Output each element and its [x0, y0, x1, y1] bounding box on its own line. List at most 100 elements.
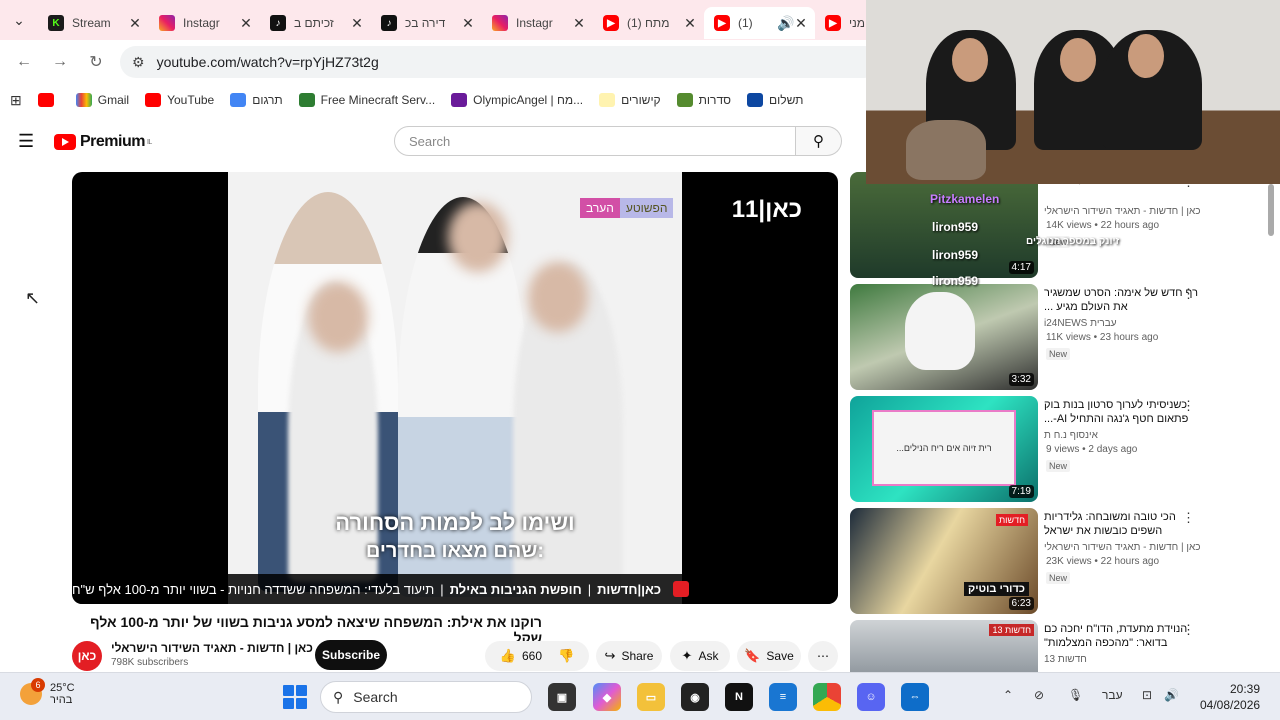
tab-5[interactable]: ▶ (1) מתח ✕ — [593, 7, 704, 39]
thumbnail-caption: ...רית זיוה אים ריח הנילים — [872, 410, 1016, 486]
share-button[interactable]: ↪ Share — [596, 641, 662, 671]
more-actions-icon[interactable]: ⋯ — [808, 641, 838, 671]
video-thumbnail[interactable]: חדשות 13 — [850, 620, 1038, 672]
subscribe-button[interactable]: Subscribe — [315, 640, 387, 670]
share-icon: ↪ — [604, 648, 616, 663]
more-options-icon[interactable]: ⋮ — [1182, 286, 1195, 302]
close-icon[interactable]: ✕ — [793, 15, 809, 32]
list-item[interactable]: ...רית זיוה אים ריח הנילים 7:19 כשניסיתי… — [850, 396, 1280, 502]
tab-3[interactable]: ♪ דירה בכ ✕ — [371, 7, 482, 39]
tab-6-active[interactable]: ▶ (1) 🔊 ✕ — [704, 7, 815, 39]
bookmark-translate[interactable]: תרגום — [230, 93, 283, 107]
kick-icon: K — [48, 15, 64, 31]
like-icon[interactable]: 👍 — [500, 648, 516, 664]
bookmark-links[interactable]: קישורים — [599, 93, 661, 107]
tray-chevron-icon[interactable]: ⌃ — [1003, 688, 1013, 702]
subtitle-line-2: שהם מצאו בחדרים: — [365, 540, 545, 562]
youtube-icon: ▶ — [825, 15, 841, 31]
microphone-icon[interactable]: 🎙 — [1068, 688, 1083, 702]
close-icon[interactable]: ✕ — [127, 15, 143, 32]
subtitle-line-1: ושימו לב לכמות הסחורה — [335, 510, 575, 535]
network-off-icon[interactable]: ⊘ — [1034, 688, 1044, 702]
list-item[interactable]: 4:17 נתונים חדאיים על הירידה כאן | חדשות… — [850, 172, 1280, 278]
thumbnail-tag: חדשות — [995, 514, 1028, 526]
chrome-icon[interactable] — [813, 683, 841, 711]
screen: ⌄ K Stream ✕ Instagr ✕ ♪ זכיתם ב ✕ ♪ דיר… — [0, 0, 1280, 720]
paypal-icon — [746, 93, 763, 107]
forward-arrow-icon[interactable]: → — [42, 53, 78, 71]
volume-icon[interactable]: 🔊 — [1164, 688, 1179, 702]
chat-username: liron959 — [932, 274, 979, 288]
apps-grid-icon[interactable]: ⊞ — [10, 92, 22, 109]
kan-logo-icon — [673, 581, 690, 597]
close-icon[interactable]: ✕ — [682, 15, 698, 32]
bookmark-olympicangel[interactable]: OlympicAngel | מח... — [451, 93, 583, 107]
ask-button[interactable]: ✦ Ask — [670, 641, 730, 671]
channel-avatar[interactable]: כאן — [72, 641, 102, 671]
bookmark-payment[interactable]: תשלום — [746, 93, 803, 107]
weather-widget[interactable]: 6 25°C בהיר — [20, 678, 75, 706]
search-input[interactable]: Search — [394, 126, 796, 156]
video-thumbnail[interactable]: 3:32 — [850, 284, 1038, 390]
list-item[interactable]: חדשות 13 הנוידת מתעדת, הדו"ח יחכה כם בדו… — [850, 620, 1280, 672]
reload-icon[interactable]: ↻ — [78, 52, 114, 72]
close-icon[interactable]: ✕ — [460, 15, 476, 32]
close-icon[interactable]: ✕ — [238, 15, 254, 32]
notepad-icon[interactable]: ≡ — [769, 683, 797, 711]
chat-username: liron959 — [932, 248, 979, 262]
list-item[interactable]: 3:32 רף חדש של אימה: הסרט שמשגיר את העול… — [850, 284, 1280, 390]
more-options-icon[interactable]: ⋮ — [1182, 398, 1195, 414]
close-icon[interactable]: ✕ — [571, 15, 587, 32]
list-item[interactable]: חדשות כדורי בוטיק 6:23 הכי טובה ומשובחה:… — [850, 508, 1280, 614]
recommendations-list: 4:17 נתונים חדאיים על הירידה כאן | חדשות… — [850, 172, 1280, 672]
more-options-icon[interactable]: ⋮ — [1182, 622, 1195, 638]
taskbar-search[interactable]: ⚲ Search — [320, 681, 532, 713]
address-bar[interactable]: ⚙ youtube.com/watch?v=rpYjHZ73t2g — [120, 46, 880, 78]
olympicangel-icon — [451, 93, 468, 107]
tab-1[interactable]: Instagr ✕ — [149, 7, 260, 39]
search-icon[interactable]: ⚲ — [796, 126, 842, 156]
file-explorer-icon[interactable]: ▭ — [637, 683, 665, 711]
more-options-icon[interactable]: ⋮ — [1182, 510, 1195, 526]
tab-2[interactable]: ♪ זכיתם ב ✕ — [260, 7, 371, 39]
close-icon[interactable]: ✕ — [349, 15, 365, 32]
video-player[interactable]: הערב הפשוטע כאן|11 ושימו לב לכמות הסחורה… — [72, 172, 838, 604]
site-info-icon[interactable]: ⚙ — [132, 54, 145, 71]
webcam-head — [952, 38, 988, 82]
tab-search-menu-icon[interactable]: ⌄ — [0, 0, 38, 40]
display-icon[interactable]: ⊡ — [1142, 688, 1152, 702]
youtube-play-icon — [54, 134, 76, 150]
menu-icon[interactable]: ☰ — [18, 132, 36, 150]
news-ticker: כאן|חדשות | חופשת הגניבות באילת | תיעוד … — [72, 574, 838, 604]
video-thumbnail[interactable]: חדשות כדורי בוטיק 6:23 — [850, 508, 1038, 614]
save-button[interactable]: 🔖 Save — [737, 641, 801, 671]
gmail-icon — [75, 93, 92, 107]
system-clock[interactable]: 20:39 04/08/2026 — [1200, 681, 1260, 713]
bookmark-youtube[interactable]: YouTube — [145, 93, 214, 107]
speaker-icon[interactable]: 🔊 — [777, 15, 794, 32]
bookmark-gmail[interactable]: Gmail — [75, 93, 129, 107]
ndi-icon[interactable]: N — [725, 683, 753, 711]
windows-taskbar: 6 25°C בהיר ⚲ Search ▣ ◆ ▭ ◉ N ≡ ☺ ⇔ ⌃ ⊘… — [0, 672, 1280, 720]
task-view-icon[interactable]: ▣ — [548, 683, 576, 711]
obs-icon[interactable]: ◉ — [681, 683, 709, 711]
tab-0[interactable]: K Stream ✕ — [38, 7, 149, 39]
video-thumbnail[interactable]: ...רית זיוה אים ריח הנילים 7:19 — [850, 396, 1038, 502]
bookmark-icon: 🔖 — [744, 648, 761, 663]
search-icon: ⚲ — [333, 688, 344, 705]
bookmark-youtube-icon[interactable] — [37, 93, 60, 107]
tab-4[interactable]: Instagr ✕ — [482, 7, 593, 39]
channel-name[interactable]: כאן | חדשות - תאגיד השידור הישראלי — [111, 641, 313, 655]
teamviewer-icon[interactable]: ⇔ — [901, 683, 929, 711]
back-arrow-icon[interactable]: ← — [6, 53, 42, 71]
dislike-icon[interactable]: 👎 — [558, 648, 574, 664]
youtube-icon — [145, 93, 162, 107]
youtube-premium-logo[interactable]: Premium IL — [54, 133, 152, 151]
scrollbar[interactable] — [1268, 184, 1274, 236]
bookmark-series[interactable]: סדרות — [676, 93, 731, 107]
bookmark-minecraft[interactable]: Free Minecraft Serv... — [298, 93, 435, 107]
copilot-icon[interactable]: ◆ — [593, 683, 621, 711]
discord-icon[interactable]: ☺ — [857, 683, 885, 711]
language-indicator[interactable]: עבר — [1102, 688, 1123, 702]
windows-start-icon[interactable] — [283, 685, 307, 709]
